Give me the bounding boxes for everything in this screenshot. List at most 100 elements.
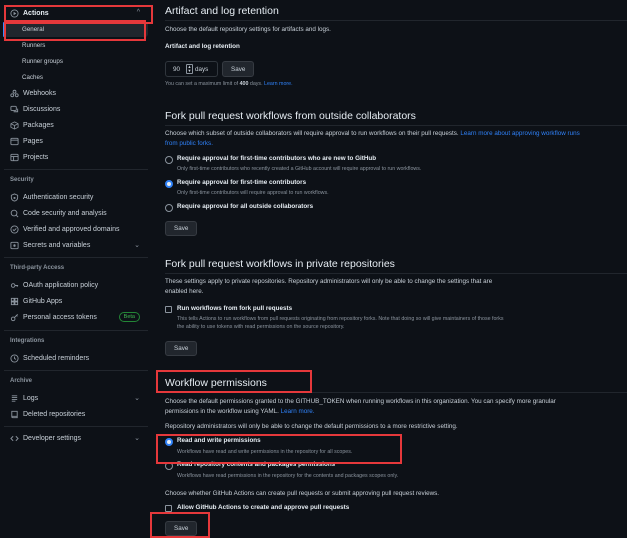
learn-more-link[interactable]: Learn more.: [264, 81, 293, 87]
sidebar-item-scheduled-reminders[interactable]: Scheduled reminders: [4, 351, 148, 366]
sidebar-item-logs[interactable]: Logs ⌄: [4, 391, 148, 406]
sidebar-item-label: OAuth application policy: [23, 282, 99, 289]
retention-days-input[interactable]: 90 ▲ ▼ days: [165, 61, 218, 77]
fork-outside-save-button[interactable]: Save: [165, 221, 198, 236]
option-title: Allow GitHub Actions to create and appro…: [177, 504, 350, 511]
sidebar-item-runners[interactable]: Runners: [4, 38, 148, 53]
radio-all-outside-collaborators[interactable]: [165, 204, 173, 212]
pr-approval-question: Choose whether GitHub Actions can create…: [165, 490, 440, 497]
section-title-artifact: Artifact and log retention: [165, 5, 279, 17]
option-title: Require approval for all outside collabo…: [177, 203, 314, 210]
clock-icon: [9, 354, 19, 364]
sidebar-item-label: General: [22, 26, 45, 33]
section-divider: [165, 392, 627, 393]
sidebar-item-oauth-policy[interactable]: OAuth application policy: [4, 278, 148, 293]
option-title: Require approval for first-time contribu…: [177, 179, 307, 186]
approving-workflow-runs-link[interactable]: Learn more about approving workflow runs: [460, 130, 579, 137]
option-description: Only first-time contributors will requir…: [177, 190, 329, 196]
sidebar-item-label: Code security and analysis: [23, 210, 107, 217]
sidebar-divider: [4, 330, 148, 331]
checkbox-allow-create-approve-prs[interactable]: [165, 505, 172, 512]
sidebar-item-general[interactable]: General: [4, 22, 148, 37]
chevron-up-icon[interactable]: ^: [137, 9, 140, 16]
radio-first-time-contributors[interactable]: [165, 180, 173, 188]
workflow-permissions-description-line2: permissions in the workflow using YAML. …: [165, 407, 315, 417]
webhook-icon: [9, 89, 19, 99]
sidebar-item-label: Secrets and variables: [23, 242, 91, 249]
artifact-retention-label: Artifact and log retention: [165, 43, 240, 50]
codescan-icon: [9, 209, 19, 219]
sidebar-item-label: Pages: [23, 138, 43, 145]
sidebar-item-runner-groups[interactable]: Runner groups: [4, 54, 148, 69]
sidebar-heading-third-party: Third-party Access: [10, 265, 65, 271]
chevron-down-icon[interactable]: ⌄: [134, 394, 140, 402]
sidebar-divider: [4, 257, 148, 258]
sidebar-item-personal-tokens[interactable]: Personal access tokens Beta: [4, 310, 148, 325]
sidebar-item-github-apps[interactable]: GitHub Apps: [4, 294, 148, 309]
sidebar-item-label: Caches: [22, 74, 43, 81]
sidebar-heading-archive: Archive: [10, 378, 33, 384]
repo-icon: [9, 410, 19, 420]
workflow-permissions-description-line1: Choose the default permissions granted t…: [165, 398, 556, 405]
sidebar-item-label: Projects: [23, 154, 49, 161]
chevron-down-icon[interactable]: ⌄: [134, 434, 140, 442]
retention-days-value: 90: [173, 65, 181, 73]
artifact-description: Choose the default repository settings f…: [165, 26, 331, 33]
sidebar-item-authentication-security[interactable]: Authentication security: [4, 190, 148, 205]
sidebar-item-label: Webhooks: [23, 90, 56, 97]
sidebar-item-pages[interactable]: Pages: [4, 134, 148, 149]
sidebar-item-label: Logs: [23, 395, 39, 402]
fork-outside-description: Choose which subset of outside collabora…: [165, 129, 627, 139]
section-title-workflow-permissions: Workflow permissions: [165, 377, 267, 389]
beta-badge: Beta: [118, 312, 140, 322]
checkbox-run-fork-workflows[interactable]: [165, 306, 172, 313]
sidebar-item-secrets-variables[interactable]: Secrets and variables ⌄: [4, 238, 148, 253]
sidebar-item-projects[interactable]: Projects: [4, 150, 148, 165]
option-description: the ability to use tokens with read perm…: [177, 324, 345, 330]
public-forks-link[interactable]: from public forks.: [165, 140, 213, 147]
sidebar-item-packages[interactable]: Packages: [4, 118, 148, 133]
artifact-limit-note: You can set a maximum limit of 400 days.…: [165, 81, 293, 87]
radio-new-to-github[interactable]: [165, 156, 173, 164]
section-title-fork-outside: Fork pull request workflows from outside…: [165, 110, 416, 122]
retention-days-unit: days: [195, 65, 209, 73]
workflow-permissions-save-button[interactable]: Save: [165, 521, 198, 536]
artifact-save-button[interactable]: Save: [222, 61, 255, 77]
sidebar-item-discussions[interactable]: Discussions: [4, 102, 148, 117]
restrictive-note: Repository administrators will only be a…: [165, 423, 458, 430]
play-circle-icon: [9, 9, 19, 19]
chevron-down-icon[interactable]: ⌄: [134, 241, 140, 249]
sidebar-item-caches[interactable]: Caches: [4, 70, 148, 85]
option-description: Workflows have read and write permission…: [177, 449, 353, 455]
radio-read-contents-permissions[interactable]: [165, 462, 173, 470]
main-content: Artifact and log retention Choose the de…: [165, 0, 627, 538]
number-spinner-icon[interactable]: ▲ ▼: [186, 64, 193, 74]
sidebar-item-code-security[interactable]: Code security and analysis: [4, 206, 148, 221]
option-description: Only first-time contributors who recentl…: [177, 166, 422, 172]
option-title: Require approval for first-time contribu…: [177, 155, 377, 162]
desc-text: permissions in the workflow using YAML.: [165, 408, 279, 415]
sidebar-item-developer-settings[interactable]: Developer settings ⌄: [4, 431, 148, 446]
sidebar-divider: [4, 169, 148, 170]
sidebar-item-label: Developer settings: [23, 435, 81, 442]
sidebar-item-actions[interactable]: Actions ^: [4, 6, 148, 21]
option-title: Read repository contents and packages pe…: [177, 461, 336, 468]
sidebar-item-label: Scheduled reminders: [23, 355, 90, 362]
settings-sidebar: Actions ^ General Runners Runner groups …: [0, 0, 150, 538]
key-icon: [9, 281, 19, 291]
comment-discussion-icon: [9, 105, 19, 115]
sidebar-heading-integrations: Integrations: [10, 338, 45, 344]
sidebar-item-verified-domains[interactable]: Verified and approved domains: [4, 222, 148, 237]
sidebar-item-deleted-repositories[interactable]: Deleted repositories: [4, 407, 148, 422]
fork-outside-link-cont: from public forks.: [165, 139, 213, 149]
table-icon: [9, 153, 19, 163]
sidebar-item-webhooks[interactable]: Webhooks: [4, 86, 148, 101]
learn-more-link[interactable]: Learn more.: [281, 408, 315, 415]
option-title: Run workflows from fork pull requests: [177, 305, 293, 312]
sidebar-item-label: Verified and approved domains: [23, 226, 120, 233]
section-title-fork-private: Fork pull request workflows in private r…: [165, 258, 395, 270]
verified-icon: [9, 225, 19, 235]
radio-read-write-permissions[interactable]: [165, 438, 173, 446]
fork-private-save-button[interactable]: Save: [165, 341, 198, 356]
sidebar-item-label: Actions: [23, 10, 49, 17]
